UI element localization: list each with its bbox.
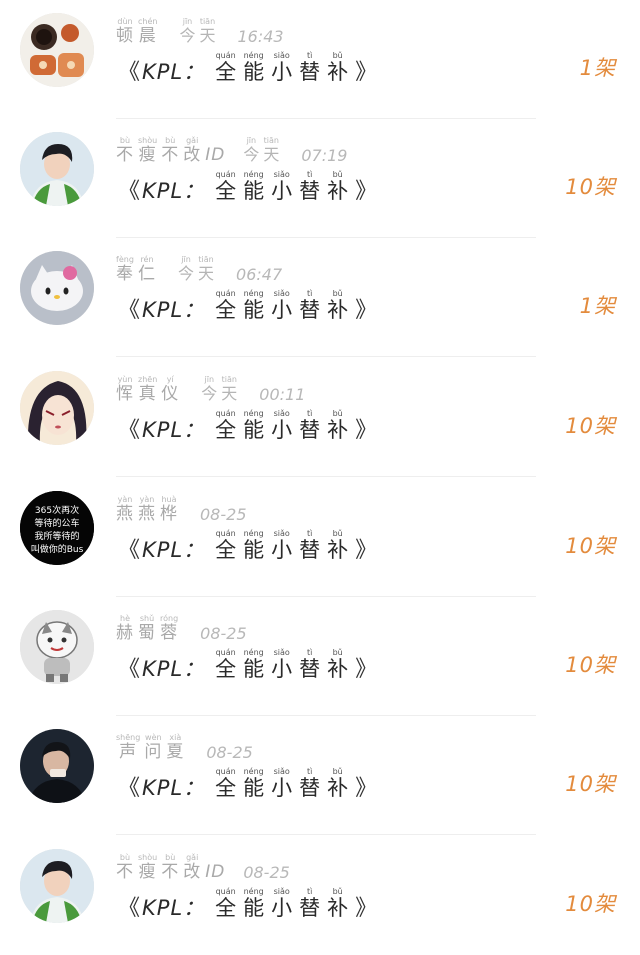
divider — [116, 834, 536, 835]
username[interactable]: 赫hè 蜀shǔ 蓉róng — [116, 614, 182, 643]
list-item[interactable]: 顿dùn 晨chén 今jīn 天tiān 16:43 《 KPL： 全quán 能n… — [0, 0, 640, 119]
anime-avatar-icon — [20, 371, 94, 445]
row-meta: 不bù 瘦shòu 不bù 改gǎi ID 08-25 — [116, 842, 290, 882]
username[interactable]: 不bù 瘦shòu 不bù 改gǎi ID — [116, 853, 225, 882]
row-meta: 顿dùn 晨chén 今jīn 天tiān 16:43 — [116, 6, 284, 46]
dark-person-avatar-icon — [20, 729, 94, 803]
hello-kitty-avatar-icon — [20, 251, 94, 325]
list-item[interactable]: 不bù 瘦shòu 不bù 改gǎi ID 08-25 《 KPL： 全quán 能nén… — [0, 836, 640, 955]
anime-avatar[interactable] — [20, 371, 94, 445]
message-text: 《 KPL： 全quán 能néng 小siǎo 替tì 补bǔ 》 — [118, 170, 378, 204]
message-text: 《 KPL： 全quán 能néng 小siǎo 替tì 补bǔ 》 — [118, 887, 378, 921]
date-label: 今jīn 天tiān — [179, 17, 216, 45]
food-avatar[interactable] — [20, 13, 94, 87]
food-avatar-icon — [20, 13, 94, 87]
gift-count: 10架 — [565, 892, 616, 916]
message-text: 《 KPL： 全quán 能néng 小siǎo 替tì 补bǔ 》 — [118, 51, 378, 85]
message-text: 《 KPL： 全quán 能néng 小siǎo 替tì 补bǔ 》 — [118, 767, 378, 801]
list-item[interactable]: 恽yùn 真zhēn 仪yí 今jīn 天tiān 00:11 《 KPL： 全quá… — [0, 358, 640, 477]
text-avatar[interactable]: 365次再次 等待的公车 我所等待的 叫做你的Bus — [20, 491, 94, 565]
cartoon-avatar[interactable] — [20, 610, 94, 684]
row-meta: 燕yàn 燕yàn 桦huà 08-25 — [116, 484, 247, 524]
avatar-text-line: 等待的公车 — [34, 517, 79, 529]
message-text: 《 KPL： 全quán 能néng 小siǎo 替tì 补bǔ 》 — [118, 648, 378, 682]
row-meta: 声shēng 问wèn 夏xià 08-25 — [116, 722, 253, 762]
list-item[interactable]: 赫hè 蜀shǔ 蓉róng 08-25 《 KPL： 全quán 能néng 小siǎ… — [0, 597, 640, 716]
gift-count: 10架 — [565, 772, 616, 796]
list-item[interactable]: 奉fèng 仁rén 今jīn 天tiān 06:47 《 KPL： 全quán 能n… — [0, 238, 640, 357]
avatar-text-line: 365次再次 — [35, 504, 79, 516]
reward-list: 顿dùn 晨chén 今jīn 天tiān 16:43 《 KPL： 全quán 能n… — [0, 0, 640, 954]
divider — [116, 356, 536, 357]
person-avatar-icon — [20, 849, 94, 923]
date-label: 今jīn 天tiān — [178, 255, 215, 283]
cartoon-avatar-icon — [20, 610, 94, 684]
username[interactable]: 声shēng 问wèn 夏xià — [116, 733, 188, 762]
username[interactable]: 恽yùn 真zhēn 仪yí — [116, 375, 183, 404]
row-meta: 奉fèng 仁rén 今jīn 天tiān 06:47 — [116, 244, 282, 284]
message-text: 《 KPL： 全quán 能néng 小siǎo 替tì 补bǔ 》 — [118, 289, 378, 323]
avatar-text-line: 叫做你的Bus — [31, 543, 84, 555]
gift-count: 10架 — [565, 175, 616, 199]
gift-count: 1架 — [579, 294, 616, 318]
username[interactable]: 奉fèng 仁rén — [116, 255, 160, 284]
list-item[interactable]: 不bù 瘦shòu 不bù 改gǎi ID 今jīn 天tiān 07:19 《 KPL：… — [0, 119, 640, 238]
gift-count: 1架 — [579, 56, 616, 80]
list-item[interactable]: 365次再次 等待的公车 我所等待的 叫做你的Bus 燕yàn 燕yàn 桦huà … — [0, 478, 640, 597]
username[interactable]: 不bù 瘦shòu 不bù 改gǎi ID — [116, 136, 225, 165]
message-text: 《 KPL： 全quán 能néng 小siǎo 替tì 补bǔ 》 — [118, 529, 378, 563]
person-avatar[interactable] — [20, 849, 94, 923]
avatar-text-line: 我所等待的 — [34, 530, 79, 542]
dark-person-avatar[interactable] — [20, 729, 94, 803]
text-avatar-icon: 365次再次 等待的公车 我所等待的 叫做你的Bus — [20, 491, 94, 565]
row-meta: 不bù 瘦shòu 不bù 改gǎi ID 今jīn 天tiān 07:19 — [116, 125, 347, 165]
gift-count: 10架 — [565, 414, 616, 438]
hello-kitty-avatar[interactable] — [20, 251, 94, 325]
row-meta: 赫hè 蜀shǔ 蓉róng 08-25 — [116, 603, 247, 643]
message-text: 《 KPL： 全quán 能néng 小siǎo 替tì 补bǔ 》 — [118, 409, 378, 443]
gift-count: 10架 — [565, 534, 616, 558]
divider — [116, 476, 536, 477]
row-meta: 恽yùn 真zhēn 仪yí 今jīn 天tiān 00:11 — [116, 364, 305, 404]
person-avatar-icon — [20, 132, 94, 206]
username[interactable]: 燕yàn 燕yàn 桦huà — [116, 495, 182, 524]
username[interactable]: 顿dùn 晨chén — [116, 17, 161, 46]
list-item[interactable]: 声shēng 问wèn 夏xià 08-25 《 KPL： 全quán 能néng 小s… — [0, 716, 640, 835]
date-label: 今jīn 天tiān — [243, 136, 280, 164]
date-label: 今jīn 天tiān — [201, 375, 238, 403]
gift-count: 10架 — [565, 653, 616, 677]
person-avatar[interactable] — [20, 132, 94, 206]
